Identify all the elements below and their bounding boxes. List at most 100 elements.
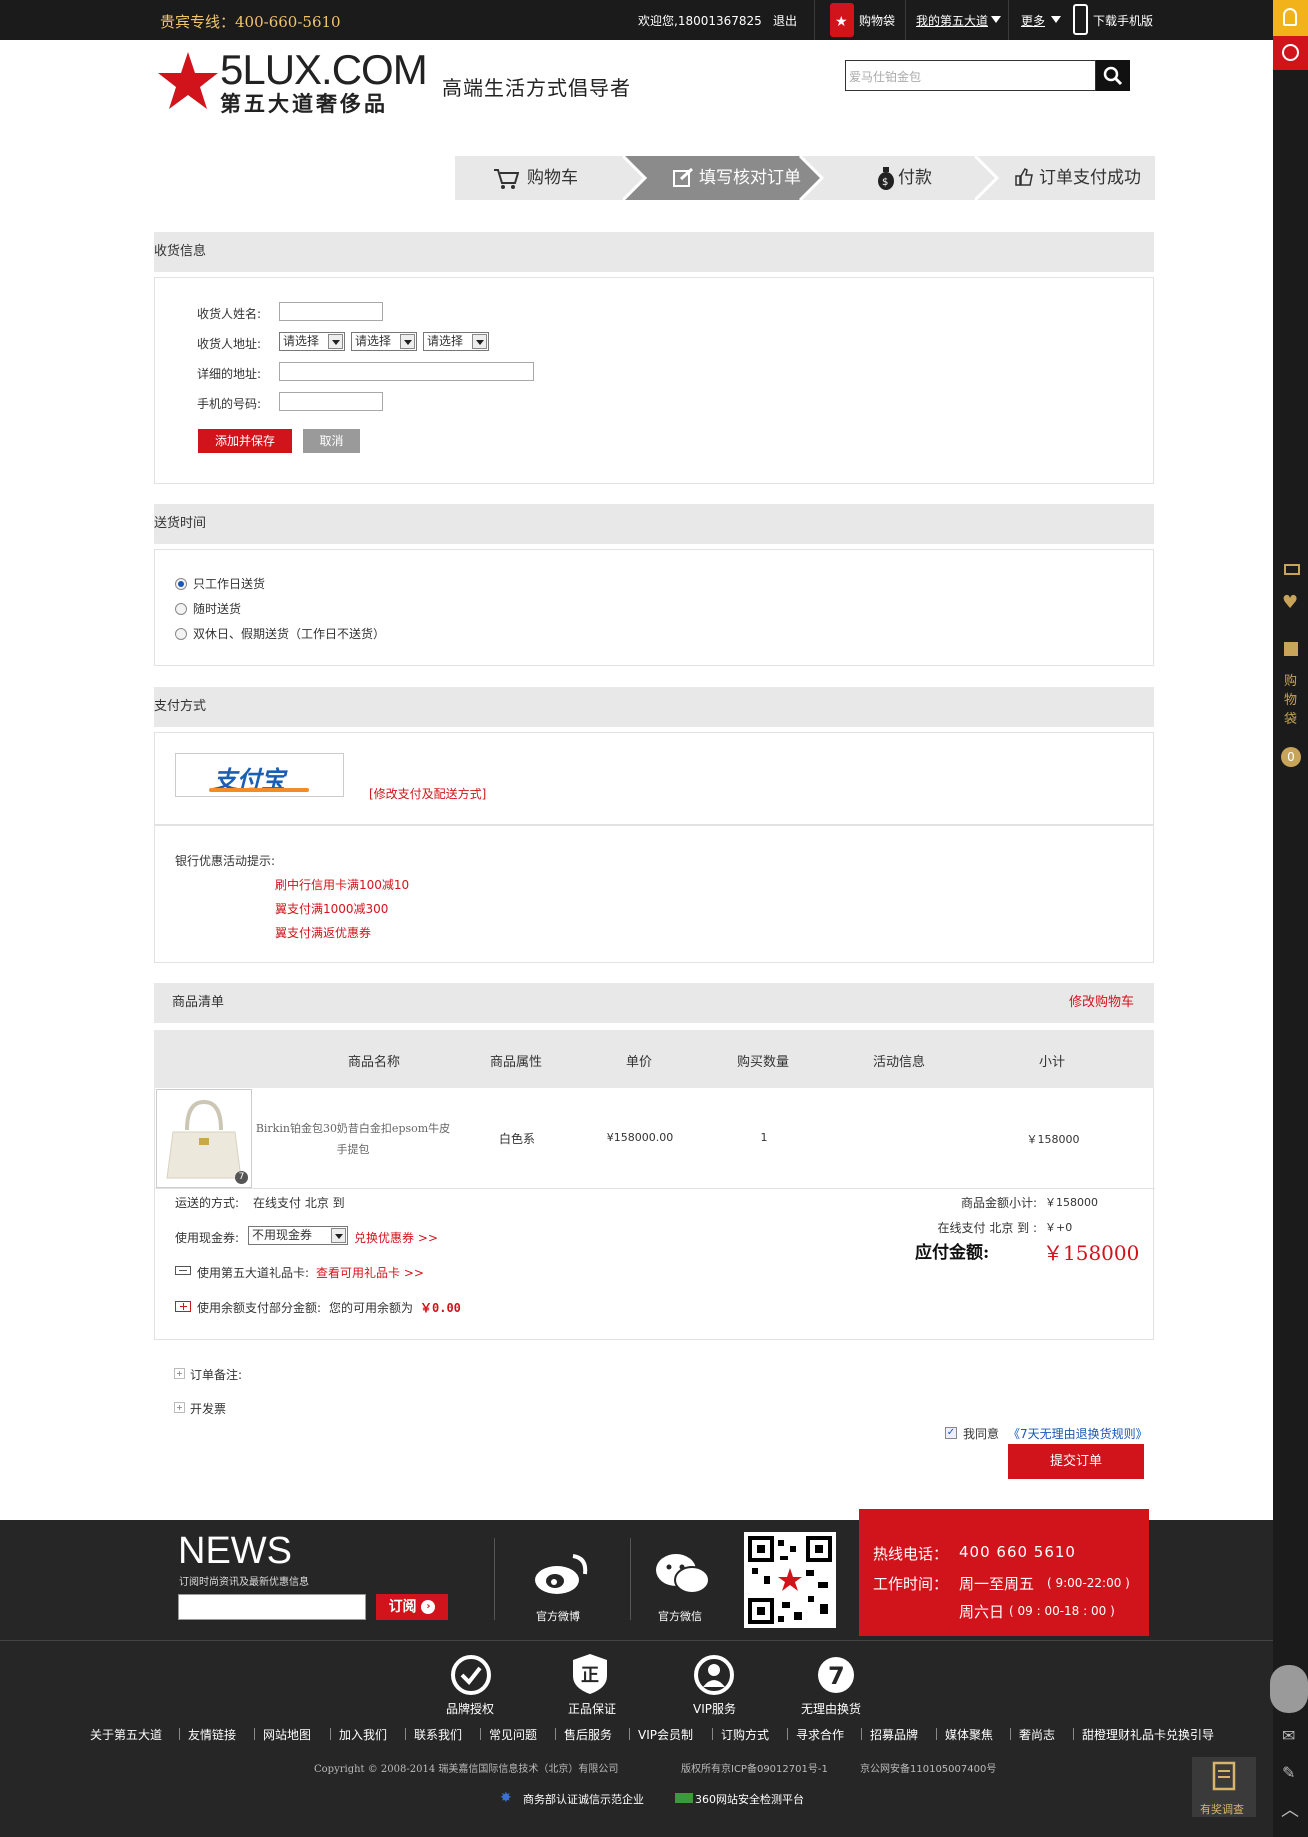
chat-icon[interactable]: ✉ <box>1282 1726 1295 1745</box>
footer-nav-link[interactable]: 友情链接 <box>188 1726 236 1743</box>
footer-nav-link[interactable]: 售后服务 <box>564 1726 612 1743</box>
hotline-value: 400 660 5610 <box>959 1543 1076 1561</box>
radio-weekday[interactable] <box>175 578 187 590</box>
order-note-toggle[interactable]: 订单备注: <box>190 1366 242 1383</box>
logout-link[interactable]: 退出 <box>773 12 797 29</box>
guarantee-vip: VIP服务 <box>693 1702 736 1716</box>
footer-nav-link[interactable]: 奢尚志 <box>1019 1726 1055 1743</box>
cancel-button[interactable]: 取消 <box>303 429 360 453</box>
footer-nav-link[interactable]: 联系我们 <box>414 1726 462 1743</box>
product-table-header: 商品名称 商品属性 单价 购买数量 活动信息 小计 <box>154 1030 1154 1088</box>
balance-text: 您的可用余额为 <box>329 1301 414 1315</box>
detail-address-input[interactable] <box>279 362 534 381</box>
save-address-button[interactable]: 添加并保存 <box>198 429 292 453</box>
svg-text:正: 正 <box>581 1665 599 1686</box>
cart-icon <box>494 169 519 189</box>
history-icon[interactable] <box>1273 36 1308 70</box>
expand-icon[interactable] <box>175 1301 191 1312</box>
service-avatar[interactable] <box>1270 1665 1308 1713</box>
footer-nav-link[interactable]: 招募品牌 <box>870 1726 918 1743</box>
search-input[interactable]: 爱马仕铂金包 <box>845 60 1096 91</box>
phone-input[interactable] <box>279 392 383 411</box>
radio-weekend[interactable] <box>175 628 187 640</box>
subscribe-button[interactable]: 订阅 › <box>376 1594 448 1620</box>
footer-nav-divider <box>712 1728 713 1740</box>
step-cart: 购物车 <box>527 168 578 188</box>
plus-icon[interactable] <box>174 1402 185 1413</box>
footer-nav-link[interactable]: VIP会员制 <box>638 1726 693 1743</box>
download-app-link[interactable]: 下载手机版 <box>1093 12 1153 29</box>
logo[interactable]: 5LUX.COM 第五大道奢侈品 <box>158 46 428 116</box>
plus-icon[interactable] <box>174 1368 185 1379</box>
radio-anytime[interactable] <box>175 603 187 615</box>
search-button[interactable] <box>1096 60 1130 91</box>
card-icon[interactable] <box>1284 564 1300 575</box>
more-link[interactable]: 更多 <box>1021 12 1045 29</box>
return-policy-link[interactable]: 《7天无理由退换货规则》 <box>1008 1425 1148 1442</box>
svg-text:7: 7 <box>828 1662 845 1690</box>
survey-button[interactable]: 有奖调查 <box>1192 1757 1256 1817</box>
trust-badge-text[interactable]: 商务部认证诚信示范企业 <box>523 1791 644 1807</box>
footer-nav-link[interactable]: 网站地图 <box>263 1726 311 1743</box>
province-select[interactable]: 请选择 <box>279 332 345 351</box>
bank-promo-title: 银行优惠活动提示: <box>175 854 276 868</box>
modify-cart-link[interactable]: 修改购物车 <box>1069 983 1134 1023</box>
guarantee-authentic: 正品保证 <box>568 1702 617 1716</box>
footer-nav-link[interactable]: 常见问题 <box>489 1726 537 1743</box>
pen-icon[interactable]: ✎ <box>1282 1763 1295 1782</box>
brand-auth-icon <box>451 1655 491 1695</box>
freight-label: 在线支付 北京 到 : <box>937 1221 1038 1235</box>
weibo-label: 官方微博 <box>536 1610 580 1623</box>
bag-icon[interactable] <box>1284 642 1298 656</box>
phone-icon <box>1073 4 1088 35</box>
footer-nav-link[interactable]: 加入我们 <box>339 1726 387 1743</box>
footer-nav-link[interactable]: 媒体聚焦 <box>945 1726 993 1743</box>
col-attr: 商品属性 <box>489 1055 542 1070</box>
city-select[interactable]: 请选择 <box>351 332 417 351</box>
sidebar-cart-label[interactable]: 购物袋 <box>1284 672 1298 729</box>
giftcard-link[interactable]: 查看可用礼品卡 >> <box>316 1264 424 1281</box>
user-icon[interactable] <box>1273 0 1308 36</box>
news-subtitle: 订阅时尚资讯及最新优惠信息 <box>179 1577 309 1588</box>
trust-badge-icon: ✸ <box>500 1790 512 1806</box>
security-badge-text[interactable]: 360网站安全检测平台 <box>695 1791 804 1807</box>
freight-value: ￥+0 <box>1045 1221 1073 1234</box>
footer-nav-link[interactable]: 寻求合作 <box>796 1726 844 1743</box>
my-account-link[interactable]: 我的第五大道 <box>916 12 988 29</box>
recipient-name-input[interactable] <box>279 302 383 321</box>
wechat-icon[interactable] <box>654 1550 712 1596</box>
footer-nav-link[interactable]: 订购方式 <box>721 1726 769 1743</box>
coupon-select[interactable]: 不用现金券 <box>248 1226 348 1245</box>
cart-link[interactable]: 购物袋 <box>859 12 895 29</box>
collapse-icon[interactable] <box>175 1266 191 1275</box>
footer-nav-divider <box>179 1728 180 1740</box>
qr-code-image <box>744 1532 836 1628</box>
product-name-link[interactable]: Birkin铂金包30奶昔白金扣epsom牛皮手提包 <box>253 1118 453 1160</box>
edit-icon <box>673 167 694 187</box>
footer: NEWS 订阅时尚资讯及最新优惠信息 订阅 › 官方微博 官方微信 热线电话： … <box>0 1509 1273 1837</box>
footer-nav-divider <box>629 1728 630 1740</box>
footer-nav-divider <box>1073 1728 1074 1740</box>
survey-icon <box>1212 1761 1236 1791</box>
col-subtotal: 小计 <box>1038 1055 1065 1070</box>
product-attr: 白色系 <box>498 1132 535 1146</box>
footer-nav-divider <box>1010 1728 1011 1740</box>
cart-bag-icon[interactable]: ★ <box>830 3 854 37</box>
footer-nav-link[interactable]: 甜橙理财礼品卡兑换引导 <box>1082 1726 1214 1743</box>
right-sidebar: ♥ 购物袋 0 ✉ ✎ ︿ <box>1270 0 1308 1837</box>
product-image[interactable]: 7 <box>156 1089 252 1188</box>
heart-icon[interactable]: ♥ <box>1282 592 1298 613</box>
footer-nav-divider <box>405 1728 406 1740</box>
delivery-section-title: 送货时间 <box>154 504 1154 544</box>
invoice-toggle[interactable]: 开发票 <box>190 1400 226 1417</box>
modify-payment-link[interactable]: [修改支付及配送方式] <box>369 785 486 802</box>
district-select[interactable]: 请选择 <box>423 332 489 351</box>
footer-nav-link[interactable]: 关于第五大道 <box>90 1726 162 1743</box>
submit-order-button[interactable]: 提交订单 <box>1008 1444 1144 1479</box>
newsletter-email-input[interactable] <box>178 1594 366 1620</box>
logo-text: 5LUX.COM <box>220 46 428 93</box>
exchange-coupon-link[interactable]: 兑换优惠券 >> <box>354 1229 438 1246</box>
back-to-top-icon[interactable]: ︿ <box>1281 1796 1299 1822</box>
agree-checkbox[interactable]: ✓ <box>945 1427 957 1439</box>
weibo-icon[interactable] <box>533 1550 591 1596</box>
